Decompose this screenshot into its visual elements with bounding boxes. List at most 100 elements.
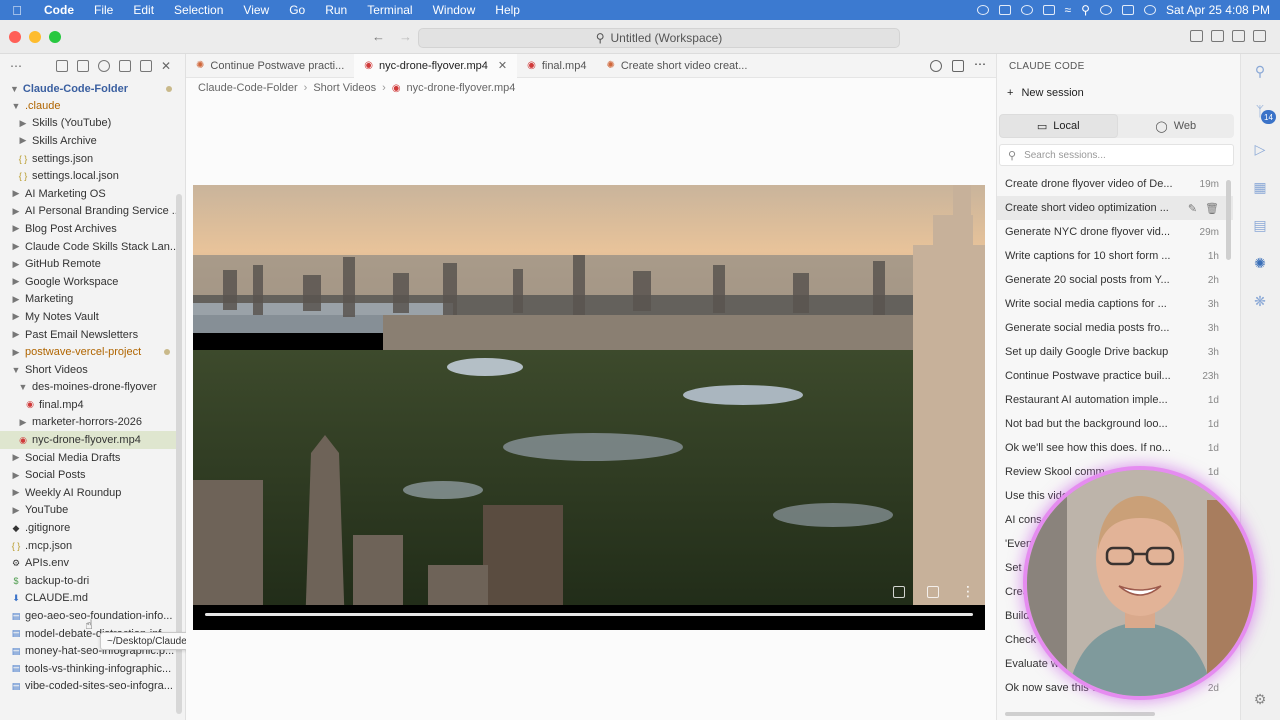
volume-icon[interactable] bbox=[893, 586, 905, 598]
toggle-panel-icon[interactable] bbox=[1232, 30, 1245, 42]
maximize-icon[interactable] bbox=[140, 60, 152, 72]
workspace-root-folder[interactable]: ▼ Claude-Code-Folder bbox=[0, 80, 186, 97]
split-editor-icon[interactable] bbox=[952, 59, 964, 72]
record-icon[interactable] bbox=[1020, 5, 1033, 15]
session-item[interactable]: Restaurant AI automation imple... 1d bbox=[997, 388, 1233, 412]
search-icon[interactable]: ⚲ bbox=[1251, 62, 1269, 80]
collapse-all-icon[interactable] bbox=[119, 60, 131, 72]
menu-window[interactable]: Window bbox=[423, 3, 486, 17]
tree-folder[interactable]: ▶ Skills Archive bbox=[0, 132, 178, 150]
remote-explorer-icon[interactable]: ▤ bbox=[1251, 216, 1269, 234]
tree-file[interactable]: $ backup-to-dri bbox=[0, 572, 178, 590]
close-icon[interactable]: ✕ bbox=[161, 59, 171, 73]
settings-gear-icon[interactable]: ⚙ bbox=[1251, 690, 1269, 708]
session-item[interactable]: Ok we'll see how this does. If no... 1d bbox=[997, 436, 1233, 460]
tree-folder[interactable]: ▶ Google Workspace bbox=[0, 273, 178, 291]
menu-terminal[interactable]: Terminal bbox=[357, 3, 422, 17]
tree-folder[interactable]: ▼ des-moines-drone-flyover bbox=[0, 379, 178, 397]
session-item[interactable]: Create short video optimization ... ✎ 🗑 bbox=[997, 196, 1233, 220]
tree-folder[interactable]: ▶ AI Marketing OS bbox=[0, 185, 178, 203]
tree-file[interactable]: ⬇ CLAUDE.md bbox=[0, 590, 178, 608]
session-item[interactable]: Generate social media posts fro... 3h bbox=[997, 316, 1233, 340]
more-actions-icon[interactable]: ⋯ bbox=[10, 59, 22, 73]
tree-folder[interactable]: ▶ Social Posts bbox=[0, 466, 178, 484]
refresh-icon[interactable] bbox=[98, 60, 110, 72]
tree-folder[interactable]: ▶ Weekly AI Roundup bbox=[0, 484, 178, 502]
tab-local[interactable]: ▭ Local bbox=[999, 114, 1118, 138]
command-center[interactable]: ⚲ Untitled (Workspace) bbox=[418, 28, 900, 48]
session-item[interactable]: Generate NYC drone flyover vid... 29m bbox=[997, 220, 1233, 244]
video-player[interactable]: ⋮ bbox=[193, 185, 985, 630]
new-folder-icon[interactable] bbox=[77, 60, 89, 72]
tree-folder[interactable]: ▶ Skills (YouTube) bbox=[0, 115, 178, 133]
battery-icon[interactable] bbox=[1042, 5, 1055, 15]
menu-help[interactable]: Help bbox=[485, 3, 530, 17]
tree-folder[interactable]: ▶ Past Email Newsletters bbox=[0, 326, 178, 344]
tree-file[interactable]: { } settings.json bbox=[0, 150, 178, 168]
tree-folder[interactable]: ▶ Claude Code Skills Stack Lan... bbox=[0, 238, 178, 256]
user-icon[interactable] bbox=[1099, 5, 1112, 15]
breadcrumb-item[interactable]: nyc-drone-flyover.mp4 bbox=[407, 82, 516, 94]
menu-edit[interactable]: Edit bbox=[123, 3, 164, 17]
tab-create-short-video[interactable]: ✺ Create short video creat... bbox=[596, 54, 757, 78]
customize-layout-icon[interactable] bbox=[1190, 30, 1203, 42]
tree-folder[interactable]: ▶ AI Personal Branding Service ... bbox=[0, 203, 178, 221]
rename-pencil-icon[interactable]: ✎ bbox=[1188, 202, 1197, 215]
close-window-button[interactable] bbox=[9, 31, 21, 43]
openai-icon[interactable]: ❋ bbox=[1251, 292, 1269, 310]
session-item[interactable]: Write social media captions for ... 3h bbox=[997, 292, 1233, 316]
minimize-window-button[interactable] bbox=[29, 31, 41, 43]
menu-app-name[interactable]: Code bbox=[34, 3, 84, 17]
tree-folder[interactable]: ▼ .claude bbox=[0, 97, 178, 115]
tree-file[interactable]: ◉ nyc-drone-flyover.mp4 bbox=[0, 431, 178, 449]
toggle-secondary-sidebar-icon[interactable] bbox=[1253, 30, 1266, 42]
menu-go[interactable]: Go bbox=[279, 3, 315, 17]
session-list-scrollbar[interactable] bbox=[1226, 180, 1231, 260]
session-item[interactable]: Set up daily Google Drive backup 3h bbox=[997, 340, 1233, 364]
forward-arrow-icon[interactable]: → bbox=[399, 29, 412, 44]
display-icon[interactable] bbox=[998, 5, 1011, 15]
back-arrow-icon[interactable]: ← bbox=[372, 29, 385, 44]
tab-final-mp4[interactable]: ◉ final.mp4 bbox=[517, 54, 596, 78]
session-item[interactable]: Continue Postwave practice buil... 23h bbox=[997, 364, 1233, 388]
more-options-icon[interactable]: ⋮ bbox=[961, 584, 975, 598]
menu-selection[interactable]: Selection bbox=[164, 3, 233, 17]
run-debug-icon[interactable]: ▷ bbox=[1251, 140, 1269, 158]
toggle-primary-sidebar-icon[interactable] bbox=[1211, 30, 1224, 42]
tab-continue-postwave[interactable]: ✺ Continue Postwave practi... bbox=[186, 54, 354, 78]
session-item[interactable]: Generate 20 social posts from Y... 2h bbox=[997, 268, 1233, 292]
menu-run[interactable]: Run bbox=[315, 3, 357, 17]
tree-folder[interactable]: ▶ Blog Post Archives bbox=[0, 220, 178, 238]
tree-folder[interactable]: ▶ YouTube bbox=[0, 502, 178, 520]
tree-file[interactable]: { } settings.local.json bbox=[0, 167, 178, 185]
tree-folder[interactable]: ▶ Social Media Drafts bbox=[0, 449, 178, 467]
breadcrumb-item[interactable]: Short Videos bbox=[313, 82, 376, 94]
tree-file[interactable]: ◉ final.mp4 bbox=[0, 396, 178, 414]
zoom-window-button[interactable] bbox=[49, 31, 61, 43]
more-actions-icon[interactable]: ⋯ bbox=[974, 58, 986, 72]
fullscreen-icon[interactable] bbox=[927, 586, 939, 598]
tree-file[interactable]: ⚙ APIs.env bbox=[0, 554, 178, 572]
siri-icon[interactable] bbox=[1143, 5, 1156, 15]
control-center-icon[interactable] bbox=[1121, 5, 1134, 15]
tab-web[interactable]: ◯ Web bbox=[1118, 114, 1235, 138]
horizontal-scrollbar[interactable] bbox=[1005, 712, 1155, 716]
session-item[interactable]: Not bad but the background loo... 1d bbox=[997, 412, 1233, 436]
wifi-icon[interactable]: ≈ bbox=[1065, 3, 1072, 17]
delete-trash-icon[interactable]: 🗑 bbox=[1205, 202, 1219, 215]
tree-file[interactable]: ◆ .gitignore bbox=[0, 519, 178, 537]
copilot-icon[interactable] bbox=[930, 59, 942, 72]
breadcrumb-item[interactable]: Claude-Code-Folder bbox=[198, 82, 298, 94]
extensions-icon[interactable]: ▦ bbox=[1251, 178, 1269, 196]
new-file-icon[interactable] bbox=[56, 60, 68, 72]
tree-folder[interactable]: ▶ marketer-horrors-2026 bbox=[0, 414, 178, 432]
tree-file[interactable]: ▤ vibe-coded-sites-seo-infogra... bbox=[0, 678, 178, 696]
screen-recorder-icon[interactable] bbox=[976, 5, 989, 15]
menu-view[interactable]: View bbox=[233, 3, 279, 17]
menu-clock[interactable]: Sat Apr 25 4:08 PM bbox=[1166, 3, 1270, 17]
new-session-button[interactable]: + New session bbox=[997, 82, 1240, 104]
tree-folder[interactable]: ▶ Marketing bbox=[0, 291, 178, 309]
spotlight-icon[interactable]: ⚲ bbox=[1081, 3, 1090, 17]
tree-folder[interactable]: ▶ GitHub Remote bbox=[0, 255, 178, 273]
search-sessions-input[interactable] bbox=[1024, 149, 1205, 161]
